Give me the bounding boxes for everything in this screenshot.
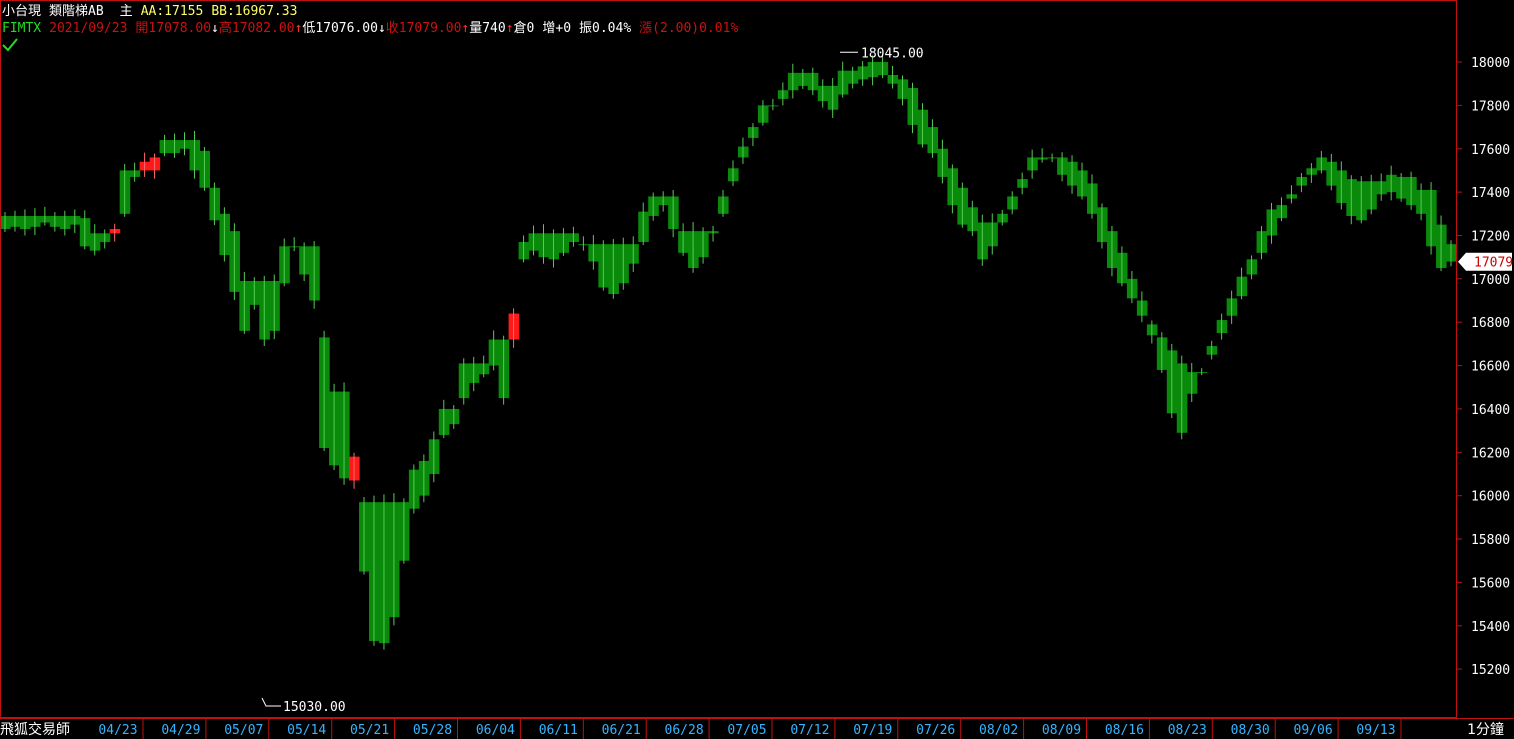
date-tick-label: 08/30 bbox=[1231, 723, 1270, 738]
arrow-down-icon: ↓ bbox=[211, 21, 219, 36]
open-price: 開17078.00 bbox=[135, 21, 212, 36]
date-tick-label: 07/19 bbox=[853, 723, 892, 738]
high-price: 高17082.00 bbox=[218, 21, 295, 36]
price-tick-label: 16600 bbox=[1471, 360, 1510, 375]
arrow-down-icon: ↓ bbox=[377, 21, 386, 36]
price-tick-label: 17800 bbox=[1471, 99, 1510, 114]
price-tick-label: 15600 bbox=[1471, 576, 1510, 591]
period-selector[interactable]: 1分鐘 bbox=[1467, 719, 1504, 739]
change-value: 漲(2.00)0.01% bbox=[639, 21, 739, 36]
date-tick-label: 05/28 bbox=[413, 723, 452, 738]
price-chart[interactable]: 15200 15400 15600 15800 16000 16200 16400 16600… bbox=[0, 0, 1514, 739]
date-tick-label: 05/21 bbox=[350, 723, 389, 738]
date-tick-label: 07/12 bbox=[790, 723, 829, 738]
check-icon[interactable] bbox=[2, 38, 18, 52]
quote-date: 2021/09/23 bbox=[49, 21, 128, 36]
date-tick-label: 05/07 bbox=[224, 723, 263, 738]
price-tick-label: 15400 bbox=[1471, 620, 1510, 635]
chart-background bbox=[0, 0, 1514, 739]
low-marker-label: 15030.00 bbox=[283, 700, 346, 715]
price-tick-label: 17000 bbox=[1471, 273, 1510, 288]
price-tick-label: 16400 bbox=[1471, 403, 1510, 418]
date-tick-label: 06/04 bbox=[476, 723, 515, 738]
date-tick-label: 08/16 bbox=[1105, 723, 1144, 738]
amplitude-value: 振0.04% bbox=[579, 21, 632, 36]
date-tick-label: 05/14 bbox=[287, 723, 326, 738]
high-marker-label: 18045.00 bbox=[861, 46, 924, 61]
price-tick-label: 15200 bbox=[1471, 663, 1510, 678]
date-tick-label: 06/11 bbox=[539, 723, 578, 738]
price-tick-label: 18000 bbox=[1471, 56, 1510, 71]
price-tick-label: 16200 bbox=[1471, 446, 1510, 461]
date-tick-label: 08/23 bbox=[1168, 723, 1207, 738]
last-price-label: 17079 bbox=[1474, 256, 1513, 271]
low-price: 低17076.00 bbox=[302, 21, 378, 36]
open-interest: 倉0 bbox=[513, 21, 535, 36]
brand-label: 飛狐交易師 bbox=[0, 722, 70, 738]
arrow-up-icon: ↑ bbox=[505, 21, 514, 36]
price-tick-label: 17400 bbox=[1471, 186, 1510, 201]
price-tick-label: 17600 bbox=[1471, 143, 1510, 158]
close-price: 收17079.00 bbox=[385, 21, 462, 36]
date-tick-label: 08/02 bbox=[979, 723, 1018, 738]
open-interest-change: 增+0 bbox=[542, 21, 572, 36]
date-tick-label: 04/29 bbox=[161, 723, 200, 738]
date-tick-label: 09/06 bbox=[1294, 723, 1333, 738]
date-tick-label: 09/13 bbox=[1356, 723, 1395, 738]
chart-frame: 15200 15400 15600 15800 16000 16200 16400 16600… bbox=[0, 0, 1514, 739]
price-tick-label: 16000 bbox=[1471, 490, 1510, 505]
date-tick-label: 06/21 bbox=[602, 723, 641, 738]
symbol-code: FIMTX bbox=[2, 21, 42, 36]
price-tick-label: 17200 bbox=[1471, 230, 1510, 245]
header-row-2: FIMTX 2021/09/23 開17078.00↓高17082.00↑低1707… bbox=[2, 17, 738, 36]
date-tick-label: 08/09 bbox=[1042, 723, 1081, 738]
date-tick-label: 07/26 bbox=[916, 723, 955, 738]
date-tick-label: 04/23 bbox=[98, 723, 137, 738]
date-tick-label: 07/05 bbox=[727, 723, 766, 738]
volume-value: 量740 bbox=[469, 21, 506, 36]
price-tick-label: 15800 bbox=[1471, 533, 1510, 548]
date-tick-label: 06/28 bbox=[665, 723, 704, 738]
price-tick-label: 16800 bbox=[1471, 316, 1510, 331]
